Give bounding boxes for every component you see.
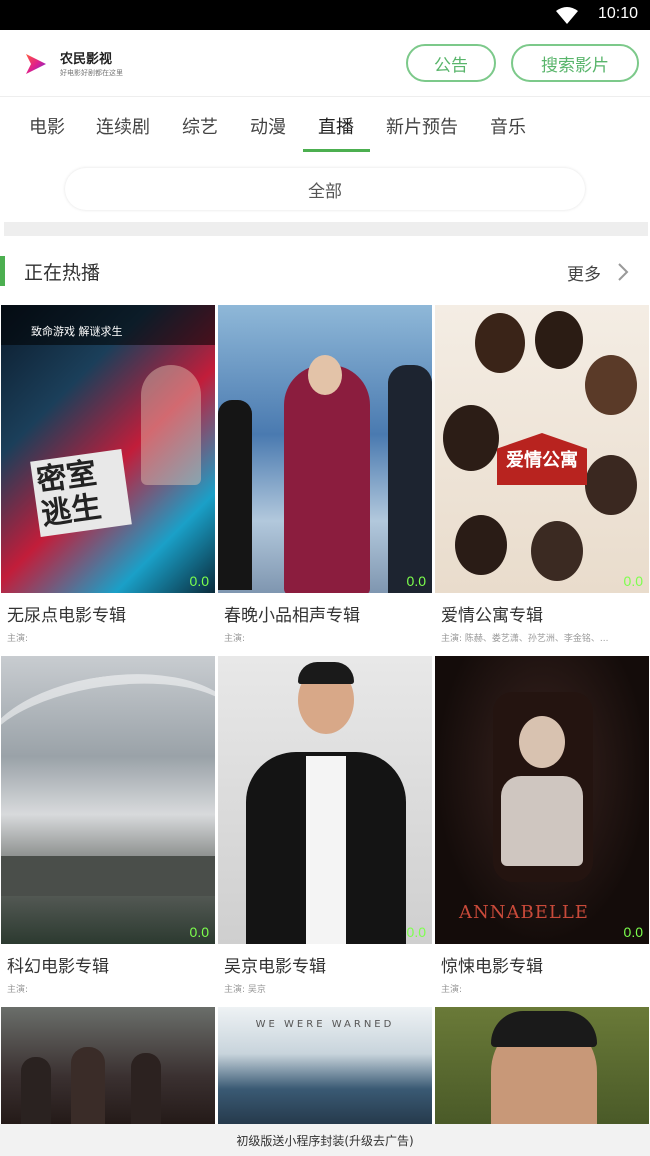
video-card[interactable]: 0.0 科幻电影专辑 主演:: [1, 656, 215, 995]
video-title[interactable]: 吴京电影专辑: [224, 952, 326, 977]
poster-title-text: 密室逃生: [30, 448, 132, 538]
tab-live[interactable]: 直播: [318, 113, 354, 139]
score-label: 0.0: [189, 573, 209, 589]
app-slogan: 好电影好剧都在这里: [60, 69, 123, 77]
video-cast: 主演:: [7, 985, 29, 995]
video-poster[interactable]: [1, 1007, 215, 1124]
search-movies-button[interactable]: 搜索影片: [511, 44, 639, 82]
video-cast: 主演:: [224, 634, 246, 644]
tab-music[interactable]: 音乐: [490, 113, 526, 139]
chevron-right-icon[interactable]: [617, 262, 629, 282]
video-poster[interactable]: WE WERE WARNED: [218, 1007, 432, 1124]
upgrade-banner[interactable]: 初级版送小程序封装(升级去广告): [0, 1124, 650, 1156]
clock: 10:10: [597, 5, 638, 22]
section-title: 正在热播: [24, 262, 101, 284]
video-cast: 主演: 吴京: [224, 985, 266, 995]
app-header: 农民影视 好电影好剧都在这里 公告 搜索影片: [0, 30, 650, 96]
score-label: 0.0: [623, 573, 643, 589]
score-label: 0.0: [406, 573, 426, 589]
video-cast: 主演: 陈赫、娄艺潇、孙艺洲、李金铭、...: [441, 634, 609, 644]
video-poster[interactable]: ANNABELLE 0.0: [435, 656, 649, 944]
video-poster[interactable]: 爱情公寓 0.0: [435, 305, 649, 593]
status-bar: 10:10: [0, 0, 650, 30]
notice-button[interactable]: 公告: [406, 44, 496, 82]
video-card[interactable]: [1, 1007, 215, 1124]
video-card[interactable]: 0.0 春晚小品相声专辑 主演:: [218, 305, 432, 644]
section-accent-bar: [0, 256, 5, 286]
wifi-icon: [556, 7, 578, 24]
section-divider: [4, 222, 648, 236]
video-card[interactable]: WE WERE WARNED: [218, 1007, 432, 1124]
video-poster[interactable]: 0.0: [1, 656, 215, 944]
category-tabs: 电影 连续剧 综艺 动漫 直播 新片预告 音乐: [0, 96, 650, 155]
video-card[interactable]: 0.0 吴京电影专辑 主演: 吴京: [218, 656, 432, 995]
video-card[interactable]: [435, 1007, 649, 1124]
tab-series[interactable]: 连续剧: [96, 113, 150, 139]
video-title[interactable]: 无尿点电影专辑: [7, 601, 126, 626]
video-cast: 主演:: [441, 985, 463, 995]
poster-title-text: ANNABELLE: [459, 902, 589, 923]
more-link[interactable]: 更多: [567, 260, 601, 285]
video-title[interactable]: 春晚小品相声专辑: [224, 601, 360, 626]
poster-tagline: 致命游戏 解谜求生: [31, 325, 123, 338]
poster-tagline: WE WERE WARNED: [255, 1019, 395, 1030]
tab-variety[interactable]: 综艺: [182, 113, 218, 139]
score-label: 0.0: [189, 924, 209, 940]
poster-title-text: 爱情公寓: [497, 433, 587, 485]
video-title[interactable]: 科幻电影专辑: [7, 952, 109, 977]
video-card[interactable]: 致命游戏 解谜求生 密室逃生 0.0 无尿点电影专辑 主演:: [1, 305, 215, 644]
score-label: 0.0: [623, 924, 643, 940]
tab-trailers[interactable]: 新片预告: [386, 113, 458, 139]
active-tab-indicator: [303, 149, 370, 152]
video-card[interactable]: 爱情公寓 0.0 爱情公寓专辑 主演: 陈赫、娄艺潇、孙艺洲、李金铭、...: [435, 305, 649, 644]
tab-movie[interactable]: 电影: [29, 113, 65, 139]
tab-anime[interactable]: 动漫: [250, 113, 286, 139]
video-title[interactable]: 爱情公寓专辑: [441, 601, 543, 626]
filter-all-button[interactable]: 全部: [65, 168, 585, 210]
video-poster[interactable]: 0.0: [218, 656, 432, 944]
app-name: 农民影视: [60, 52, 113, 67]
video-title[interactable]: 惊悚电影专辑: [441, 952, 543, 977]
score-label: 0.0: [406, 924, 426, 940]
video-poster[interactable]: 致命游戏 解谜求生 密室逃生 0.0: [1, 305, 215, 593]
video-cast: 主演:: [7, 634, 29, 644]
video-poster[interactable]: 0.0: [218, 305, 432, 593]
video-poster[interactable]: [435, 1007, 649, 1124]
video-card[interactable]: ANNABELLE 0.0 惊悚电影专辑 主演:: [435, 656, 649, 995]
app-logo-icon: [26, 54, 46, 74]
